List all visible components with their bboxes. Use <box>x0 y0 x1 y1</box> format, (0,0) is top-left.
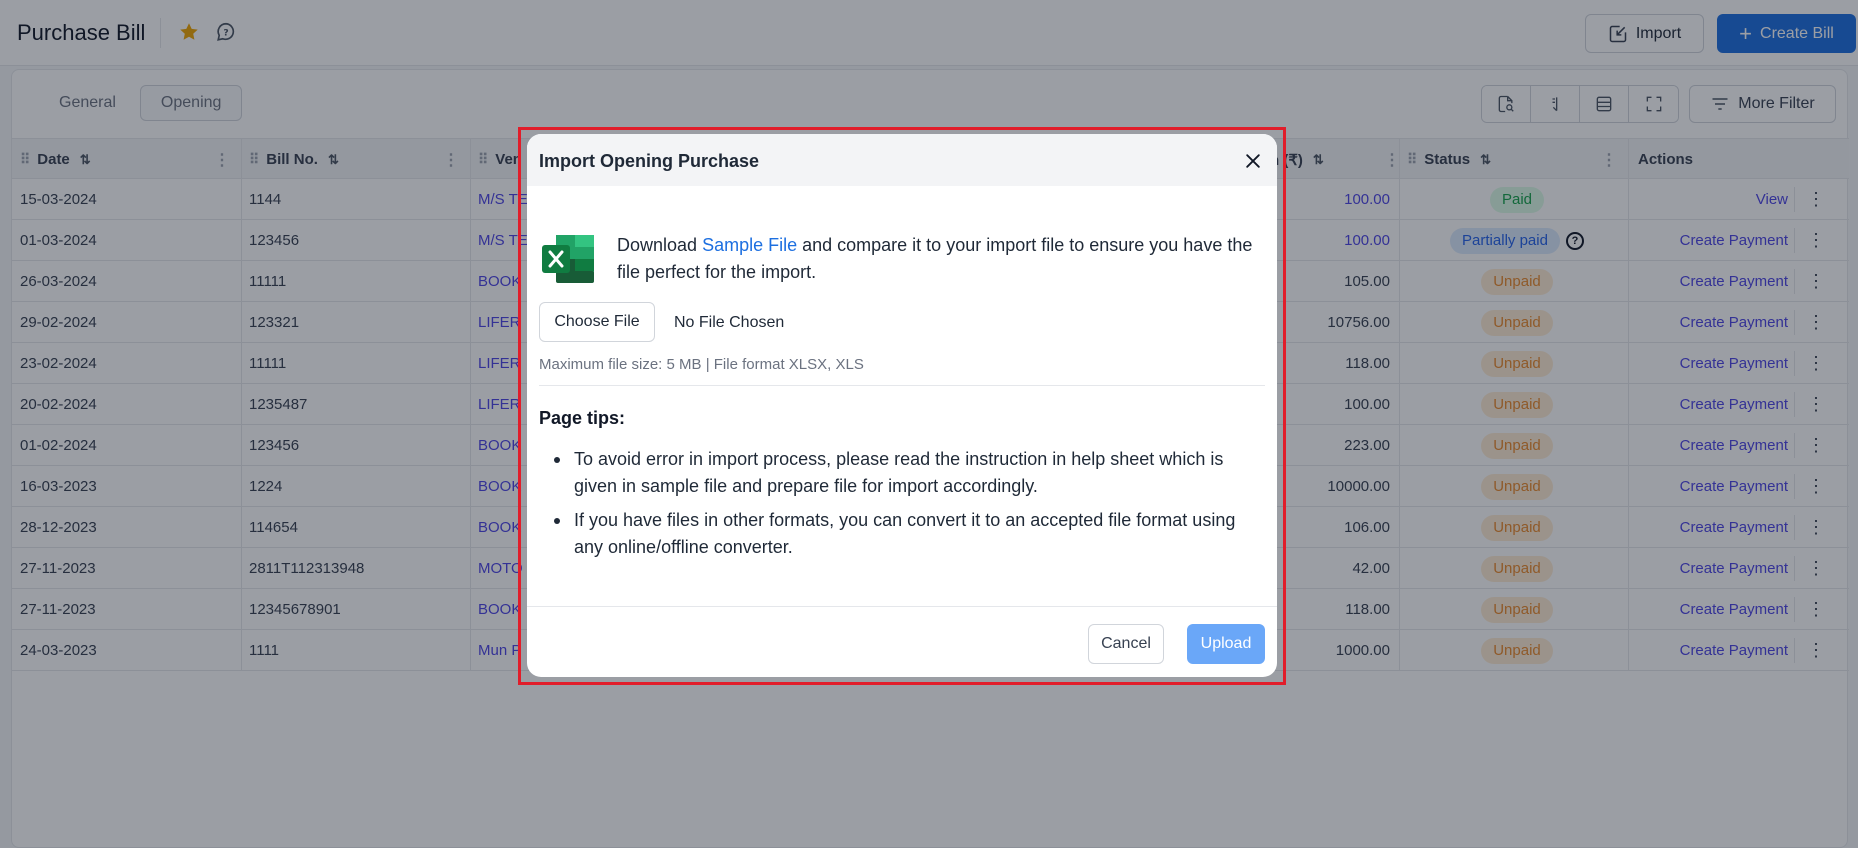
close-icon[interactable] <box>1243 151 1263 171</box>
sample-file-link[interactable]: Sample File <box>702 235 797 255</box>
download-prefix: Download <box>617 235 703 255</box>
cancel-button[interactable]: Cancel <box>1088 624 1164 664</box>
import-modal: Import Opening Purchase Download Sample … <box>527 134 1277 677</box>
modal-header: Import Opening Purchase <box>527 134 1277 186</box>
excel-file-icon <box>542 235 594 283</box>
tip-item: If you have files in other formats, you … <box>539 507 1259 561</box>
max-file-size-text: Maximum file size: 5 MB | File format XL… <box>539 356 864 373</box>
download-instructions: Download Sample File and compare it to y… <box>617 232 1267 286</box>
page-tips-list: To avoid error in import process, please… <box>539 446 1259 568</box>
choose-file-button[interactable]: Choose File <box>539 302 655 342</box>
section-divider <box>539 385 1265 386</box>
modal-title: Import Opening Purchase <box>539 151 760 171</box>
no-file-chosen-text: No File Chosen <box>674 314 785 331</box>
tip-item: To avoid error in import process, please… <box>539 446 1259 500</box>
upload-button[interactable]: Upload <box>1187 624 1265 664</box>
footer-divider <box>527 606 1277 607</box>
page-tips-title: Page tips: <box>539 408 626 428</box>
